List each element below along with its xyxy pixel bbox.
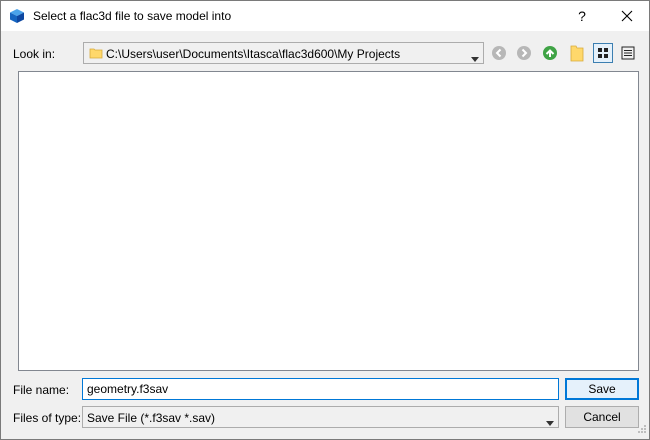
list-view-icon [598,48,608,58]
window-title: Select a flac3d file to save model into [33,9,232,23]
title-bar: Select a flac3d file to save model into … [1,1,649,31]
file-dialog: Select a flac3d file to save model into … [0,0,650,440]
folder-icon [89,46,103,63]
files-of-type-combo[interactable]: Save File (*.f3sav *.sav) [82,406,559,428]
look-in-path: C:\Users\user\Documents\Itasca\flac3d600… [106,47,401,61]
flac3d-cube-icon [9,8,25,24]
up-folder-icon [543,46,557,60]
resize-grip-icon[interactable] [637,423,647,437]
file-name-input[interactable]: geometry.f3sav [82,378,559,400]
chevron-down-icon [471,51,479,65]
new-folder-icon [570,45,584,62]
help-button[interactable]: ? [569,1,595,31]
files-of-type-value: Save File (*.f3sav *.sav) [87,411,216,425]
save-button[interactable]: Save [565,378,639,400]
up-one-level-button[interactable] [540,43,560,63]
close-button[interactable] [609,1,645,31]
file-list-area[interactable] [18,71,639,371]
forward-button[interactable] [514,43,534,63]
look-in-combo[interactable]: C:\Users\user\Documents\Itasca\flac3d600… [83,42,484,64]
new-folder-button[interactable] [567,43,587,63]
detail-view-button[interactable] [618,43,638,63]
files-of-type-label: Files of type: [13,411,82,425]
chevron-down-icon [546,415,554,429]
file-name-label: File name: [13,383,70,397]
back-button[interactable] [489,43,509,63]
look-in-label: Look in: [13,47,56,61]
close-icon [621,10,633,22]
back-arrow-icon [492,46,506,60]
cancel-button[interactable]: Cancel [565,406,639,428]
forward-arrow-icon [517,46,531,60]
detail-view-icon [621,46,635,60]
list-view-button[interactable] [593,43,613,63]
